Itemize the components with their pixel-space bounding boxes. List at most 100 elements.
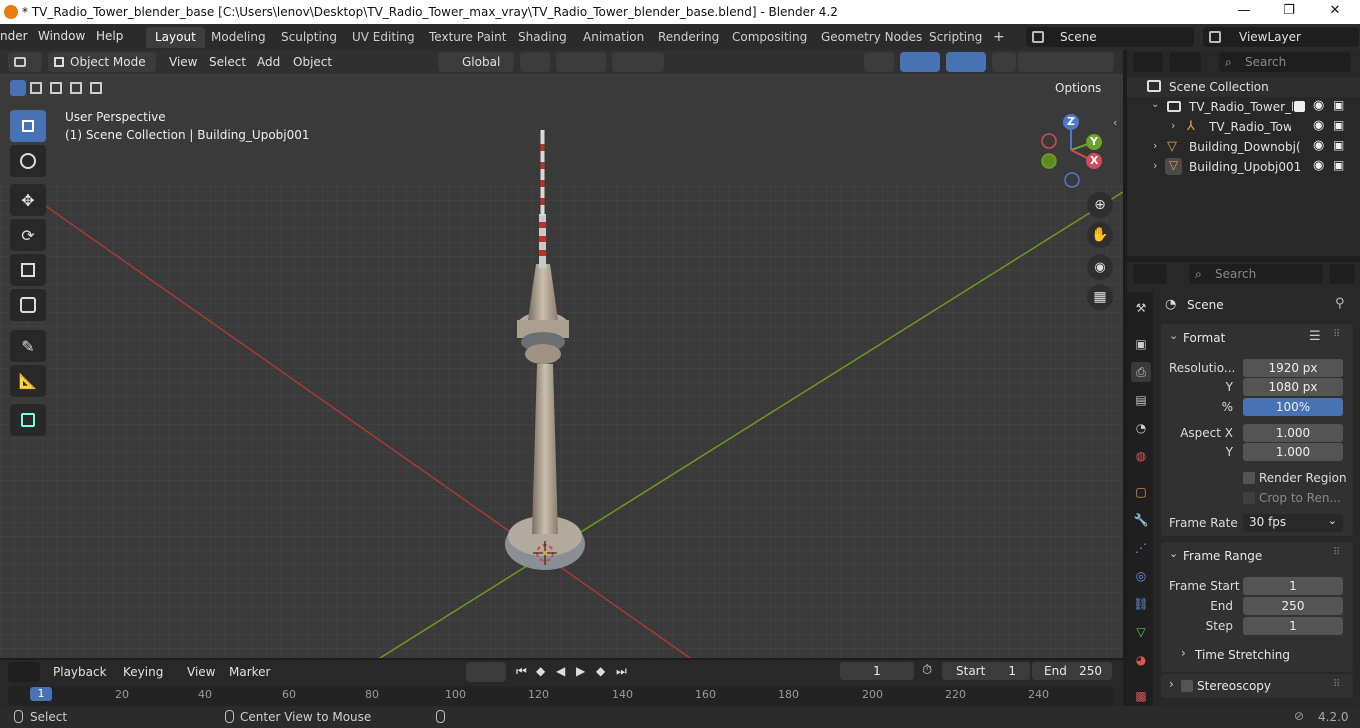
- tab-scripting[interactable]: Scripting: [920, 27, 991, 48]
- xray-toggle[interactable]: [992, 52, 1016, 72]
- menu-help[interactable]: Help: [96, 29, 123, 43]
- tab-modifiers[interactable]: 🔧: [1131, 510, 1151, 530]
- aspect-x-field[interactable]: 1.000: [1243, 424, 1343, 442]
- frame-start-field[interactable]: 1: [1243, 577, 1343, 595]
- format-panel-title[interactable]: Format: [1183, 331, 1225, 345]
- current-frame-field[interactable]: 1: [840, 662, 914, 680]
- object-mode-dropdown[interactable]: Object Mode: [48, 52, 156, 72]
- time-stretching-subpanel[interactable]: Time Stretching: [1195, 648, 1290, 662]
- chevron-right-icon[interactable]: ›: [1153, 159, 1157, 172]
- add-workspace-button[interactable]: +: [984, 26, 1014, 47]
- sidebar-toggle-icon[interactable]: ‹: [1113, 116, 1117, 129]
- outliner-item[interactable]: ⌄ TV_Radio_Tower_la ◉ ▣: [1127, 97, 1360, 117]
- drag-handle-icon[interactable]: ⠿: [1333, 547, 1340, 558]
- tool-scale[interactable]: [10, 254, 46, 286]
- select-mode-subtract-icon[interactable]: [50, 82, 62, 94]
- chevron-right-icon[interactable]: ›: [1169, 677, 1174, 691]
- tab-world[interactable]: ◍: [1131, 446, 1151, 466]
- jump-start-icon[interactable]: ⏮: [516, 664, 527, 679]
- outliner-root[interactable]: Scene Collection: [1127, 77, 1360, 97]
- playhead-marker[interactable]: 1: [30, 687, 52, 701]
- scene-selector[interactable]: Scene: [1026, 27, 1194, 47]
- tool-cursor[interactable]: [10, 145, 46, 177]
- tab-scene[interactable]: ◔: [1131, 418, 1151, 438]
- play-icon[interactable]: ▶: [576, 664, 585, 678]
- tab-rendering[interactable]: Rendering: [649, 27, 728, 48]
- drag-handle-icon[interactable]: ⠿: [1333, 679, 1340, 690]
- render-camera-icon[interactable]: ▣: [1333, 98, 1344, 112]
- tool-rotate[interactable]: ⟳: [10, 219, 46, 251]
- menu-select[interactable]: Select: [202, 52, 253, 72]
- start-frame-field[interactable]: Start 1: [942, 662, 1030, 680]
- eye-icon[interactable]: ◉: [1313, 158, 1324, 173]
- close-button[interactable]: ✕: [1312, 0, 1358, 24]
- tool-measure[interactable]: 📐: [10, 365, 46, 397]
- render-region-checkbox[interactable]: [1243, 472, 1255, 484]
- menu-keying[interactable]: Keying: [116, 662, 170, 682]
- tab-animation[interactable]: Animation: [574, 27, 653, 48]
- tab-object[interactable]: ▢: [1131, 482, 1151, 502]
- end-frame-field[interactable]: End 250: [1032, 662, 1112, 680]
- tab-particles[interactable]: ⋰: [1131, 538, 1151, 558]
- presets-icon[interactable]: ☰: [1309, 329, 1321, 344]
- select-mode-invert-icon[interactable]: [70, 82, 82, 94]
- menu-timeline-view[interactable]: View: [180, 662, 222, 682]
- menu-marker[interactable]: Marker: [222, 662, 277, 682]
- tab-sculpting[interactable]: Sculpting: [272, 27, 346, 48]
- gizmo-toggle[interactable]: [900, 52, 940, 72]
- tab-compositing[interactable]: Compositing: [723, 27, 816, 48]
- menu-object[interactable]: Object: [286, 52, 339, 72]
- gizmo-z-label[interactable]: Z: [1067, 115, 1075, 128]
- tool-select-box[interactable]: [10, 110, 46, 142]
- resolution-x-field[interactable]: 1920 px: [1243, 359, 1343, 377]
- pin-icon[interactable]: ⚲: [1335, 296, 1345, 311]
- select-mode-extend-icon[interactable]: [30, 82, 42, 94]
- zoom-button[interactable]: ⊕: [1087, 192, 1113, 218]
- tab-tool[interactable]: ⚒: [1131, 298, 1151, 318]
- tab-texture-paint[interactable]: Texture Paint: [420, 27, 515, 48]
- stereoscopy-checkbox[interactable]: [1181, 680, 1193, 692]
- chevron-right-icon[interactable]: ›: [1153, 139, 1157, 152]
- maximize-button[interactable]: ❐: [1266, 0, 1312, 24]
- tool-annotate[interactable]: ✎: [10, 330, 46, 362]
- tab-uv-editing[interactable]: UV Editing: [343, 27, 424, 48]
- outliner-item[interactable]: › ⅄ TV_Radio_Towe ◉ ▣: [1127, 117, 1360, 137]
- menu-render[interactable]: nder: [0, 29, 28, 43]
- eye-icon[interactable]: ◉: [1313, 118, 1324, 133]
- outliner-display-mode[interactable]: [1169, 52, 1201, 72]
- outliner-editor-type[interactable]: [1133, 52, 1163, 72]
- tab-output[interactable]: ⎙: [1131, 362, 1151, 382]
- timeline-editor-type[interactable]: [8, 662, 40, 682]
- 3d-viewport[interactable]: Z Y X User Perspective (1) Scene Collect…: [0, 74, 1123, 658]
- tab-geometry-nodes[interactable]: Geometry Nodes: [812, 27, 931, 48]
- tool-add-cube[interactable]: [10, 404, 46, 436]
- render-camera-icon[interactable]: ▣: [1333, 158, 1344, 172]
- tab-data[interactable]: ▽: [1131, 622, 1151, 642]
- render-camera-icon[interactable]: ▣: [1333, 118, 1344, 132]
- shading-modes[interactable]: [1018, 52, 1114, 72]
- render-camera-icon[interactable]: ▣: [1333, 138, 1344, 152]
- chevron-down-icon[interactable]: ⌄: [1169, 329, 1178, 342]
- aspect-y-field[interactable]: 1.000: [1243, 443, 1343, 461]
- menu-view[interactable]: View: [162, 52, 204, 72]
- properties-editor-type[interactable]: [1133, 264, 1167, 284]
- camera-view-button[interactable]: ◉: [1087, 254, 1113, 280]
- tab-constraints[interactable]: ⛓: [1131, 594, 1151, 614]
- tab-view-layer[interactable]: ▤: [1131, 390, 1151, 410]
- select-mode-intersect-icon[interactable]: [90, 82, 102, 94]
- viewlayer-selector[interactable]: ViewLayer: [1203, 27, 1359, 47]
- tab-physics[interactable]: ◎: [1131, 566, 1151, 586]
- chevron-right-icon[interactable]: ›: [1171, 119, 1175, 132]
- menu-playback[interactable]: Playback: [46, 662, 114, 682]
- tab-texture[interactable]: ▩: [1131, 686, 1151, 706]
- checkbox-icon[interactable]: [1294, 101, 1305, 112]
- play-reverse-icon[interactable]: ◀: [556, 664, 565, 678]
- visibility-dropdown[interactable]: [864, 52, 894, 72]
- select-mode-new-icon[interactable]: [10, 80, 26, 96]
- frame-range-title[interactable]: Frame Range: [1183, 549, 1262, 563]
- menu-add[interactable]: Add: [250, 52, 287, 72]
- pivot-point-button[interactable]: [520, 52, 550, 72]
- chevron-down-icon[interactable]: ⌄: [1169, 547, 1178, 560]
- overlay-toggle[interactable]: [946, 52, 986, 72]
- eye-icon[interactable]: ◉: [1313, 138, 1324, 153]
